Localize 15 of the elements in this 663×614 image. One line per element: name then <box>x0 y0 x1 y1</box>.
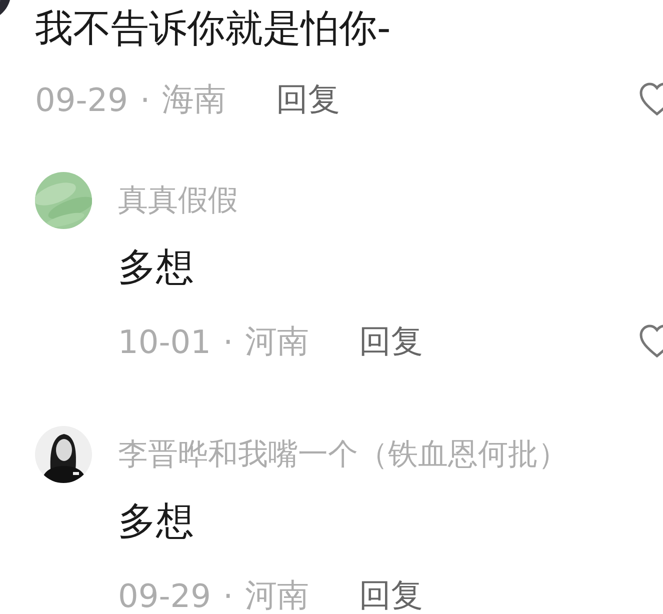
comment-date: 09-29 <box>35 81 128 119</box>
separator-dot: · <box>222 577 234 614</box>
comment-location: 河南 <box>245 575 310 614</box>
reply-text: 多想 <box>118 244 195 291</box>
comment-date: 10-01 <box>118 323 211 361</box>
reply-text: 多想 <box>118 498 195 545</box>
separator-dot: · <box>140 81 150 119</box>
separator-dot: · <box>222 323 234 361</box>
reply-button[interactable]: 回复 <box>359 574 424 614</box>
reply-button[interactable]: 回复 <box>276 78 340 122</box>
comment-text: 我不告诉你就是怕你- <box>35 5 392 52</box>
comment-date: 09-29 <box>118 577 211 614</box>
comment-location: 海南 <box>162 79 226 120</box>
comment-location: 河南 <box>245 321 310 362</box>
reply-button[interactable]: 回复 <box>359 320 424 364</box>
